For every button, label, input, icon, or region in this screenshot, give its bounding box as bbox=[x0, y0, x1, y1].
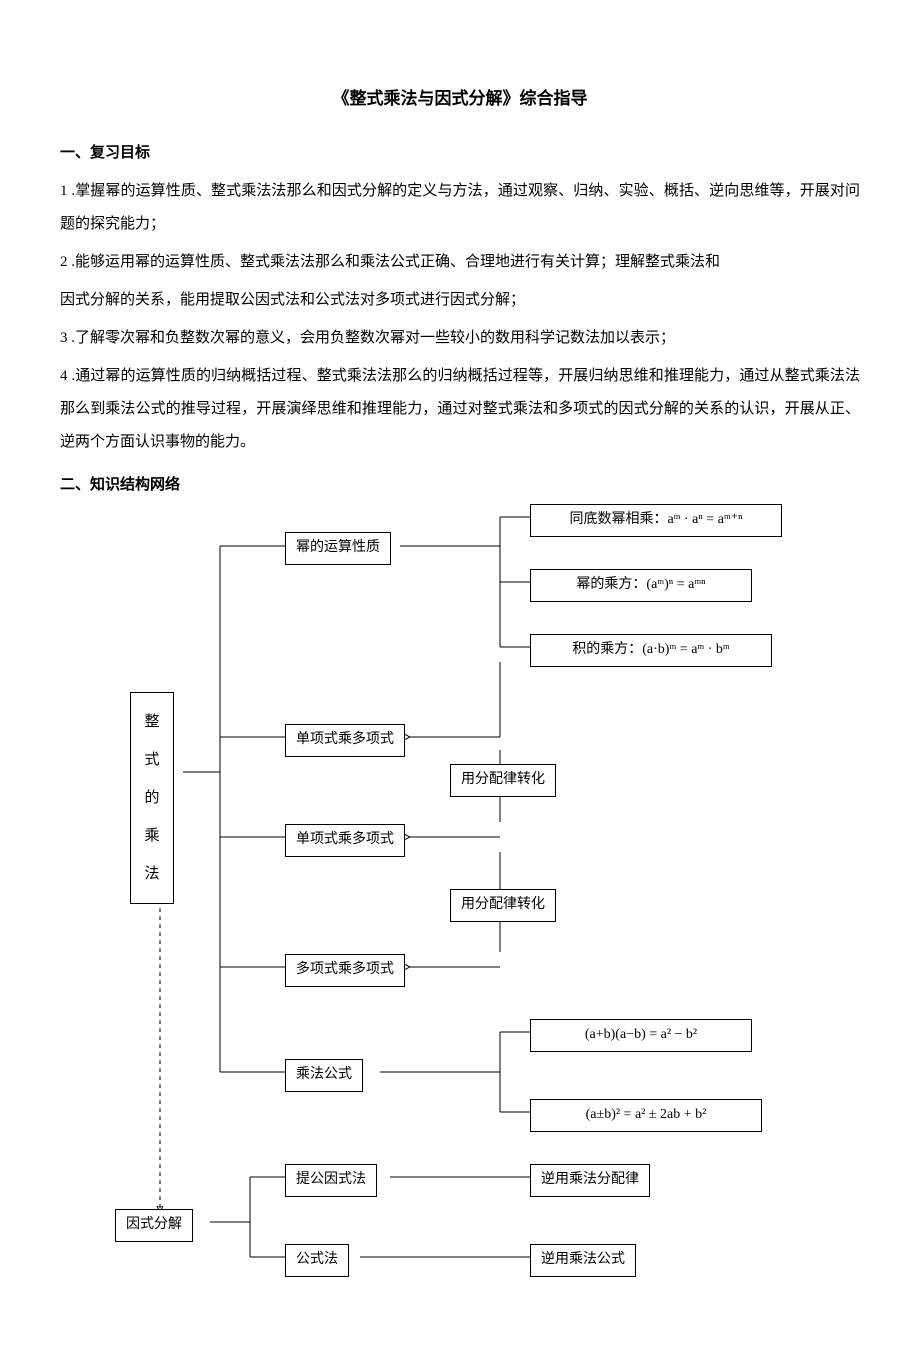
knowledge-diagram: 整 式 的 乘 法 因式分解 幂的运算性质 单项式乘多项式 单项式乘多项式 多项… bbox=[100, 512, 860, 1282]
char: 乘 bbox=[144, 820, 159, 853]
box-power-prop: 幂的运算性质 bbox=[285, 532, 391, 564]
char: 整 bbox=[144, 706, 159, 739]
box-power-power: 幂的乘方：(aᵐ)ⁿ = aᵐⁿ bbox=[530, 569, 752, 601]
char: 法 bbox=[144, 858, 159, 891]
box-sq-diff: (a+b)(a−b) = a² − b² bbox=[530, 1019, 752, 1051]
box-dist-1: 用分配律转化 bbox=[450, 764, 556, 796]
box-mono-poly-1: 单项式乘多项式 bbox=[285, 724, 405, 756]
item-3: 3 .了解零次幂和负整数次幂的意义，会用负整数次幂对一些较小的数用科学记数法加以… bbox=[60, 322, 860, 355]
box-formula-method: 公式法 bbox=[285, 1244, 349, 1276]
section-2-heading: 二、知识结构网络 bbox=[60, 469, 860, 502]
box-product-power: 积的乘方：(a·b)ᵐ = aᵐ · bᵐ bbox=[530, 634, 772, 666]
box-mono-poly-2: 单项式乘多项式 bbox=[285, 824, 405, 856]
box-integral-mul: 整 式 的 乘 法 bbox=[130, 692, 174, 904]
box-inverse-formula: 逆用乘法公式 bbox=[530, 1244, 636, 1276]
item-4: 4 .通过幂的运算性质的归纳概括过程、整式乘法法那么的归纳概括过程等，开展归纳思… bbox=[60, 360, 860, 459]
box-same-base: 同底数幂相乘：aᵐ · aⁿ = aᵐ⁺ⁿ bbox=[530, 504, 782, 536]
box-perfect-sq: (a±b)² = a² ± 2ab + b² bbox=[530, 1099, 762, 1131]
page-title: 《整式乘法与因式分解》综合指导 bbox=[60, 80, 860, 117]
item-2a: 2 .能够运用幂的运算性质、整式乘法法那么和乘法公式正确、合理地进行有关计算；理… bbox=[60, 246, 860, 279]
char: 的 bbox=[144, 782, 159, 815]
box-factorization: 因式分解 bbox=[115, 1209, 193, 1241]
item-1: 1 .掌握幂的运算性质、整式乘法法那么和因式分解的定义与方法，通过观察、归纳、实… bbox=[60, 175, 860, 241]
box-common-factor: 提公因式法 bbox=[285, 1164, 377, 1196]
box-inverse-dist: 逆用乘法分配律 bbox=[530, 1164, 650, 1196]
section-1-heading: 一、复习目标 bbox=[60, 137, 860, 170]
box-mul-formula: 乘法公式 bbox=[285, 1059, 363, 1091]
box-poly-poly: 多项式乘多项式 bbox=[285, 954, 405, 986]
char: 式 bbox=[144, 744, 159, 777]
item-2b: 因式分解的关系，能用提取公因式法和公式法对多项式进行因式分解； bbox=[60, 284, 860, 317]
box-dist-2: 用分配律转化 bbox=[450, 889, 556, 921]
